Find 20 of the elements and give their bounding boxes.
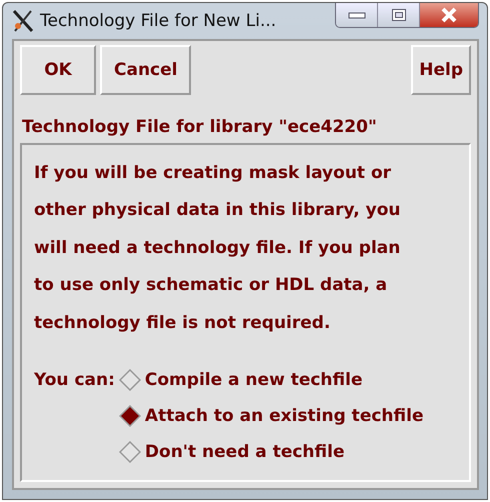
- radio-icon[interactable]: [118, 441, 141, 463]
- section-title: Technology File for library "ece4220": [22, 116, 378, 136]
- radio-option[interactable]: Attach to an existing techfile: [118, 398, 424, 434]
- close-button[interactable]: [420, 3, 478, 27]
- minimize-button[interactable]: [336, 3, 378, 27]
- help-button[interactable]: Help: [411, 44, 471, 94]
- maximize-icon: [390, 8, 406, 22]
- radio-option[interactable]: Compile a new techfile: [118, 362, 424, 398]
- maximize-button[interactable]: [378, 3, 420, 27]
- message-text: If you will be creating mask layout or other physical data in this library, you will need a technology file. If you plan to use only schematic or HDL data, a technology file is not required.: [34, 162, 402, 334]
- dialog-button[interactable]: OK: [20, 44, 96, 94]
- radio-option[interactable]: Don't need a techfile: [118, 434, 424, 470]
- close-icon: [440, 7, 458, 23]
- options-label: You can:: [34, 369, 115, 392]
- radio-icon[interactable]: [118, 405, 141, 427]
- window-title: Technology File for New Li...: [40, 10, 278, 31]
- minimize-icon: [348, 11, 366, 19]
- radio-icon[interactable]: [118, 369, 141, 391]
- x-logo-icon: [12, 8, 34, 33]
- dialog-button[interactable]: Cancel: [100, 44, 192, 94]
